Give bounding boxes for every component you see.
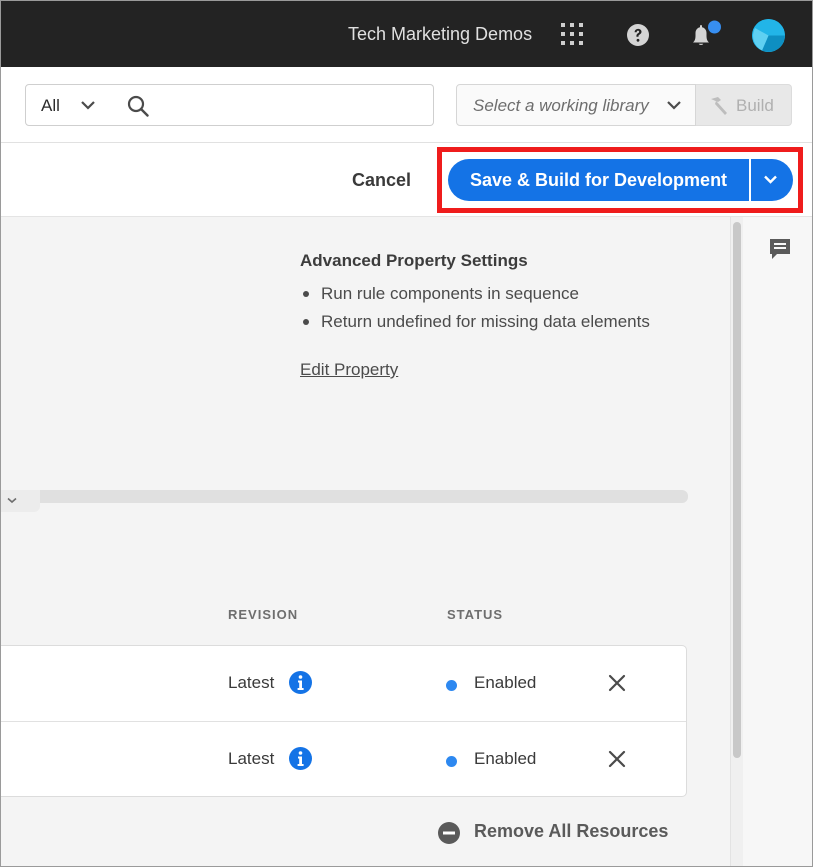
apps-grid-icon[interactable]: [561, 23, 583, 45]
build-button[interactable]: Build: [696, 84, 792, 126]
remove-all-resources-label: Remove All Resources: [474, 821, 669, 841]
info-icon[interactable]: [289, 747, 312, 770]
chevron-down-icon: [667, 101, 681, 110]
build-label: Build: [736, 96, 774, 115]
search-field[interactable]: [110, 84, 434, 126]
close-icon[interactable]: [607, 673, 627, 693]
advanced-settings-title: Advanced Property Settings: [300, 251, 528, 270]
right-rail: [743, 217, 813, 867]
advanced-setting-item: Return undefined for missing data elemen…: [300, 311, 650, 339]
top-bar: Tech Marketing Demos: [0, 0, 813, 67]
close-icon[interactable]: [607, 749, 627, 769]
save-options-dropdown-button[interactable]: [751, 159, 793, 201]
save-and-build-label: Save & Build for Development: [470, 170, 728, 190]
edit-property-link[interactable]: Edit Property: [300, 360, 398, 380]
vertical-scrollbar-thumb[interactable]: [733, 222, 741, 758]
remove-circle-icon: [438, 822, 460, 844]
user-avatar[interactable]: [752, 19, 785, 52]
advanced-settings-list: Run rule components in sequence Return u…: [300, 283, 650, 339]
working-library-placeholder: Select a working library: [473, 96, 649, 115]
advanced-setting-item: Run rule components in sequence: [300, 283, 650, 311]
search-input[interactable]: [158, 91, 423, 119]
comment-icon[interactable]: [768, 237, 792, 261]
action-bar: Cancel Save & Build for Development: [0, 143, 813, 217]
org-switcher[interactable]: Tech Marketing Demos: [348, 24, 532, 45]
working-library-select[interactable]: Select a working library: [456, 84, 696, 126]
table-row[interactable]: Latest Enabled: [0, 646, 686, 722]
resources-table: Latest Enabled Latest Enabled: [0, 645, 687, 797]
search-scope-select[interactable]: All: [25, 84, 111, 126]
status-indicator: [446, 680, 457, 691]
info-icon[interactable]: [289, 671, 312, 694]
revision-value: Latest: [228, 749, 275, 768]
horizontal-scrollbar[interactable]: [0, 490, 688, 503]
search-icon: [127, 95, 149, 117]
main-content: Advanced Property Settings Run rule comp…: [0, 217, 730, 867]
revision-value: Latest: [228, 673, 275, 692]
status-indicator: [446, 756, 457, 767]
collapse-toggle[interactable]: [0, 490, 40, 512]
chevron-down-icon: [764, 175, 777, 184]
notifications-bell-icon[interactable]: [690, 20, 724, 50]
column-header-status[interactable]: STATUS: [447, 607, 503, 622]
cancel-button[interactable]: Cancel: [352, 170, 411, 191]
chevron-down-icon: [81, 101, 95, 110]
save-and-build-button[interactable]: Save & Build for Development: [448, 159, 749, 201]
avatar-image: [752, 19, 785, 52]
help-icon[interactable]: [626, 23, 650, 47]
table-row[interactable]: Latest Enabled: [0, 722, 686, 797]
status-value: Enabled: [474, 673, 537, 692]
hammer-icon: [711, 97, 727, 115]
search-scope-value: All: [41, 96, 60, 115]
column-header-revision[interactable]: REVISION: [228, 607, 298, 622]
chevron-down-icon: [7, 497, 17, 504]
search-bar: All Select a working library Build: [0, 67, 813, 143]
status-value: Enabled: [474, 749, 537, 768]
